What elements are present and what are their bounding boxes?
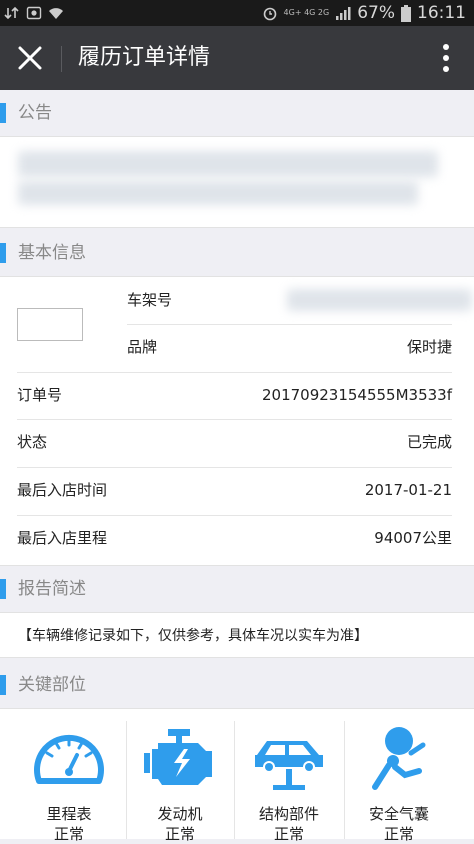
vin-row: 车架号	[127, 277, 472, 324]
key-part-status: 正常	[53, 825, 84, 843]
wifi-icon	[49, 8, 63, 19]
last-visit-value: 2017-01-21	[364, 481, 452, 499]
blurred-notice-text	[18, 151, 438, 177]
key-part-airbag[interactable]: 安全气囊 正常	[344, 709, 454, 843]
key-part-status: 正常	[383, 825, 414, 843]
key-part-name: 结构部件	[258, 805, 319, 823]
section-accent-bar	[0, 579, 6, 599]
car-lift-icon	[255, 741, 323, 790]
section-header-notice: 公告	[0, 90, 474, 136]
section-accent-bar	[0, 243, 6, 263]
blurred-notice-text	[18, 181, 418, 205]
order-value: 20170923154555M3533f	[261, 386, 452, 404]
title-bar: 履历订单详情	[0, 26, 474, 90]
key-part-engine[interactable]: 发动机 正常	[126, 709, 234, 843]
close-icon[interactable]	[14, 42, 46, 74]
brand-row: 品牌 保时捷	[127, 324, 452, 371]
airbag-icon	[372, 727, 426, 790]
more-options-icon[interactable]	[442, 44, 450, 72]
mileage-label: 最后入店里程	[17, 529, 108, 547]
page-title: 履历订单详情	[78, 45, 211, 70]
network-type: 4G+ 4G 2G	[283, 8, 330, 17]
status-label: 状态	[17, 433, 48, 451]
section-title: 报告简述	[18, 579, 86, 599]
report-summary-text: 【车辆维修记录如下，仅供参考，具体车况以实车为准】	[18, 628, 368, 644]
section-header-basic-info: 基本信息	[0, 230, 474, 276]
section-title: 基本信息	[18, 243, 86, 263]
section-header-key-parts: 关键部位	[0, 662, 474, 708]
status-value: 已完成	[406, 433, 452, 451]
order-label: 订单号	[17, 386, 63, 404]
section-title: 关键部位	[18, 675, 86, 695]
key-parts-card: 里程表 正常 发动机 正常 结构部件 正常 安全气囊 正常	[0, 708, 474, 843]
key-part-name: 发动机	[157, 805, 203, 823]
title-divider	[61, 46, 62, 72]
key-part-status: 正常	[273, 825, 304, 843]
clock: 16:11	[417, 3, 466, 23]
key-part-name: 安全气囊	[368, 805, 429, 823]
status-row: 状态 已完成	[17, 419, 452, 466]
status-bar: 4G+ 4G 2G 67% 16:11	[0, 0, 474, 26]
brand-value: 保时捷	[406, 338, 452, 356]
section-accent-bar	[0, 675, 6, 695]
key-part-structure[interactable]: 结构部件 正常	[234, 709, 344, 843]
order-row: 订单号 20170923154555M3533f	[17, 372, 452, 419]
engine-icon	[144, 729, 212, 785]
key-part-odometer[interactable]: 里程表 正常	[14, 709, 124, 843]
battery-icon	[401, 4, 411, 22]
key-part-name: 里程表	[46, 805, 92, 823]
brand-label: 品牌	[127, 338, 158, 356]
alarm-icon	[263, 7, 276, 21]
last-visit-label: 最后入店时间	[17, 481, 108, 499]
speedometer-icon	[34, 734, 104, 784]
notice-card	[0, 136, 474, 228]
key-part-status: 正常	[164, 825, 195, 843]
blurred-vin-value	[287, 289, 472, 311]
brand-logo-placeholder	[17, 308, 83, 341]
signal-arrows-icon	[4, 6, 19, 20]
last-visit-row: 最后入店时间 2017-01-21	[17, 467, 452, 514]
cell-signal-icon	[336, 7, 351, 20]
image-notification-icon	[26, 6, 42, 20]
section-header-report: 报告简述	[0, 566, 474, 612]
battery-percent: 67%	[357, 3, 395, 23]
vin-label: 车架号	[127, 291, 173, 309]
mileage-row: 最后入店里程 94007公里	[17, 515, 452, 562]
basic-info-card: 车架号 品牌 保时捷 订单号 20170923154555M3533f 状态 已…	[0, 276, 474, 566]
mileage-value: 94007公里	[374, 529, 452, 547]
section-accent-bar	[0, 103, 6, 123]
report-card: 【车辆维修记录如下，仅供参考，具体车况以实车为准】	[0, 612, 474, 658]
section-title: 公告	[18, 103, 52, 123]
